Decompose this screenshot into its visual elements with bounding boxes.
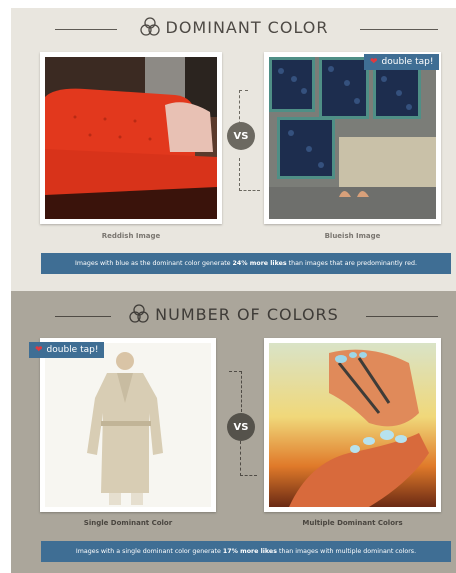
flower-petal-icon [139,17,160,36]
banner-emphasis: 24% more likes [232,260,287,267]
heart-icon: ❤ [370,56,378,67]
stat-banner: Images with a single dominant color gene… [41,541,451,562]
section-title: DOMINANT COLOR [165,17,329,37]
vs-badge: VS [227,413,255,441]
infographic: DOMINANT COLOR Reddish Image VS ❤ double… [0,0,456,573]
double-tap-label: double tap! [46,345,99,355]
section-title-row: DOMINANT COLOR [11,12,456,46]
banner-text-after: than images that are predominantly red. [288,260,417,267]
single-color-image[interactable] [40,338,216,512]
banner-text-before: Images with blue as the dominant color g… [75,260,231,267]
blueish-image[interactable] [264,52,441,224]
right-caption: Blueish Image [324,232,381,240]
trench-coat-photo [45,343,211,507]
heart-icon: ❤ [35,344,43,355]
double-tap-badge[interactable]: ❤ double tap! [364,54,440,70]
multiple-colors-image[interactable] [264,338,441,512]
left-caption: Reddish Image [101,232,161,240]
number-of-colors-section: NUMBER OF COLORS ❤ double tap! Single Do… [11,291,456,573]
reddish-image[interactable] [40,52,222,224]
dominant-color-section: DOMINANT COLOR Reddish Image VS ❤ double… [11,8,456,291]
vs-connector-top [229,371,242,412]
vs-connector-bottom [240,441,257,476]
stat-banner: Images with blue as the dominant color g… [41,253,451,274]
double-tap-label: double tap! [381,57,434,67]
section-title: NUMBER OF COLORS [155,304,339,324]
section-title-row: NUMBER OF COLORS [11,299,456,333]
vs-badge: VS [227,122,255,150]
banner-text-after: than images with multiple dominant color… [278,548,417,555]
banner-emphasis: 17% more likes [222,548,277,555]
banner-text-before: Images with a single dominant color gene… [75,548,221,555]
double-tap-badge[interactable]: ❤ double tap! [29,342,105,358]
flower-petal-icon [129,304,149,323]
left-caption: Single Dominant Color [83,519,173,527]
blueberries-photo [269,57,436,219]
red-sofa-photo [45,57,217,219]
right-caption: Multiple Dominant Colors [302,519,403,527]
feet-sandals-photo [269,343,436,507]
vs-connector-bottom [239,158,260,191]
